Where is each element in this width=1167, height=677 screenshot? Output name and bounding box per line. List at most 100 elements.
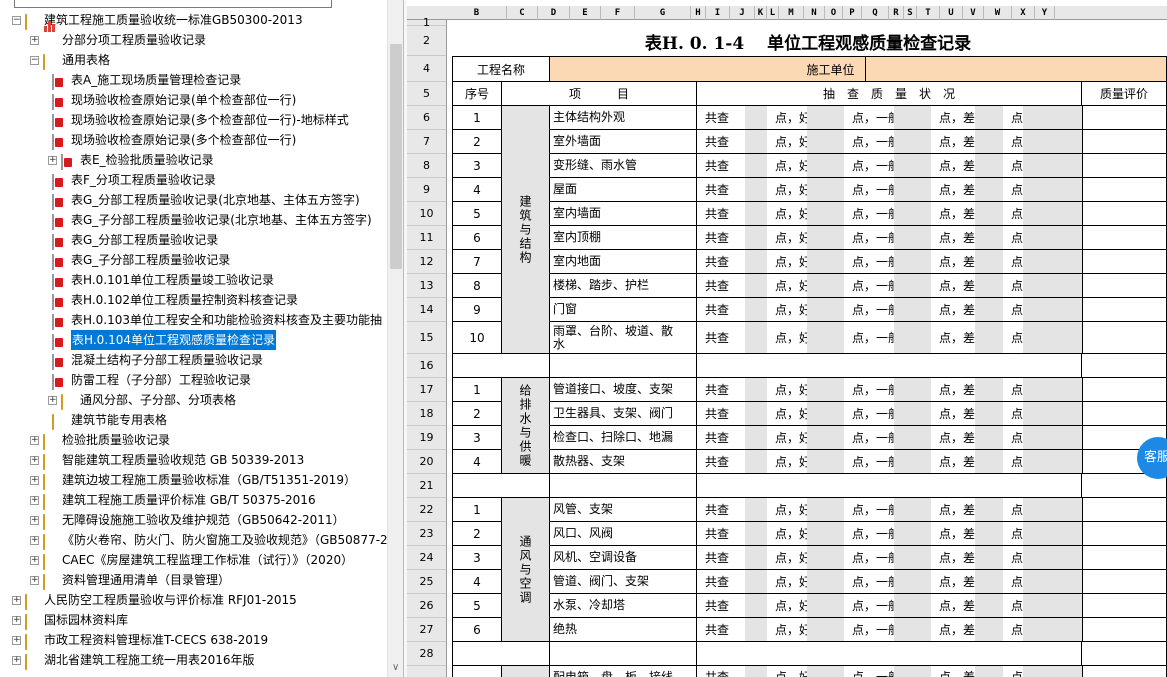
column-header[interactable]: M <box>779 6 804 20</box>
check-input[interactable] <box>975 106 1003 130</box>
expand-icon[interactable]: + <box>12 635 21 645</box>
rating-cell[interactable] <box>1082 106 1167 130</box>
tree-item[interactable]: + 表E_检验批质量验收记录 <box>48 150 214 170</box>
rating-cell[interactable] <box>1082 322 1167 354</box>
check-input[interactable] <box>807 402 844 426</box>
row-header[interactable]: 10 <box>407 202 447 226</box>
check-input[interactable] <box>745 274 767 298</box>
check-input[interactable] <box>894 274 931 298</box>
search-icon[interactable]: ⌕ <box>338 0 345 4</box>
check-input[interactable] <box>807 594 844 618</box>
expand-icon[interactable]: + <box>30 535 39 545</box>
check-input[interactable] <box>894 570 931 594</box>
check-input[interactable] <box>1023 402 1082 426</box>
check-input[interactable] <box>1023 498 1082 522</box>
row-header[interactable]: 20 <box>407 450 447 474</box>
column-header[interactable]: V <box>963 6 984 20</box>
check-input[interactable] <box>1023 202 1082 226</box>
check-input[interactable] <box>1023 298 1082 322</box>
column-header[interactable]: H <box>691 6 706 20</box>
check-input[interactable] <box>745 202 767 226</box>
rating-cell[interactable] <box>1082 202 1167 226</box>
column-header[interactable]: S <box>904 6 917 20</box>
column-header[interactable]: C <box>507 6 538 20</box>
tree-item[interactable]: + 国标园林资料库 <box>12 610 128 630</box>
check-input[interactable] <box>975 274 1003 298</box>
check-input[interactable] <box>975 130 1003 154</box>
check-input[interactable] <box>975 594 1003 618</box>
check-input[interactable] <box>894 178 931 202</box>
tree-item[interactable]: + 人民防空工程质量验收与评价标准 RFJ01-2015 <box>12 590 297 610</box>
row-header[interactable]: 6 <box>407 106 447 130</box>
check-input[interactable] <box>745 522 767 546</box>
row-header[interactable]: 9 <box>407 178 447 202</box>
rating-cell[interactable] <box>1082 498 1167 522</box>
tree-item[interactable]: + 建筑边坡工程施工质量验收标准（GB/T51351-2019） <box>30 470 356 490</box>
column-header[interactable]: D <box>538 6 570 20</box>
column-header[interactable]: B <box>447 6 507 20</box>
check-input[interactable] <box>975 378 1003 402</box>
expand-icon[interactable]: + <box>48 395 57 405</box>
check-input[interactable] <box>975 570 1003 594</box>
check-input[interactable] <box>745 546 767 570</box>
check-input[interactable] <box>807 378 844 402</box>
check-input[interactable] <box>807 226 844 250</box>
tree-search-input[interactable] <box>14 0 332 8</box>
tree-item[interactable]: − 建筑工程施工质量验收统一标准GB50300-2013 <box>12 10 303 30</box>
check-input[interactable] <box>894 106 931 130</box>
check-input[interactable] <box>745 378 767 402</box>
check-input[interactable] <box>1023 130 1082 154</box>
column-header[interactable]: I <box>706 6 730 20</box>
check-input[interactable] <box>1023 426 1082 450</box>
check-input[interactable] <box>745 402 767 426</box>
check-input[interactable] <box>807 298 844 322</box>
check-input[interactable] <box>894 378 931 402</box>
tree-item[interactable]: + 《防火卷帘、防火门、防火窗施工及验收规范》（GB50877-2 <box>30 530 388 550</box>
row-header[interactable]: 21 <box>407 474 447 498</box>
check-input[interactable] <box>894 546 931 570</box>
check-input[interactable] <box>1023 274 1082 298</box>
row-header[interactable]: 12 <box>407 250 447 274</box>
check-input[interactable] <box>807 522 844 546</box>
check-input[interactable] <box>807 202 844 226</box>
check-input[interactable] <box>975 298 1003 322</box>
expand-icon[interactable]: + <box>30 35 39 45</box>
row-header[interactable]: 18 <box>407 402 447 426</box>
tree-item[interactable]: 表G_分部工程质量验收记录 <box>52 230 218 250</box>
column-header[interactable]: Y <box>1035 6 1055 20</box>
expand-icon[interactable]: + <box>30 475 39 485</box>
column-header[interactable]: Q <box>862 6 889 20</box>
tree-item[interactable]: 表G_子分部工程质量验收记录(北京地基、主体五方签字) <box>52 210 372 230</box>
row-header[interactable]: 17 <box>407 378 447 402</box>
column-header[interactable]: O <box>825 6 843 20</box>
check-input[interactable] <box>1023 378 1082 402</box>
expand-icon[interactable]: + <box>30 515 39 525</box>
check-input[interactable] <box>894 522 931 546</box>
check-input[interactable] <box>894 202 931 226</box>
rating-cell[interactable] <box>1082 402 1167 426</box>
collapse-icon[interactable]: − <box>12 15 21 25</box>
check-input[interactable] <box>1023 322 1082 354</box>
check-input[interactable] <box>975 226 1003 250</box>
check-input[interactable] <box>807 154 844 178</box>
check-input[interactable] <box>975 402 1003 426</box>
row-header[interactable]: 7 <box>407 130 447 154</box>
row-header[interactable]: 16 <box>407 354 447 378</box>
tree-item[interactable]: + 智能建筑工程质量验收规范 GB 50339-2013 <box>30 450 304 470</box>
expand-icon[interactable]: + <box>30 555 39 565</box>
check-input[interactable] <box>894 618 931 642</box>
check-input[interactable] <box>807 106 844 130</box>
check-input[interactable] <box>1023 106 1082 130</box>
column-header[interactable]: P <box>843 6 862 20</box>
dropdown-icon[interactable]: ⌄ <box>376 0 386 3</box>
expand-icon[interactable]: + <box>30 455 39 465</box>
check-input[interactable] <box>1023 594 1082 618</box>
row-header[interactable]: 26 <box>407 594 447 618</box>
rating-cell[interactable] <box>1082 130 1167 154</box>
column-header[interactable]: E <box>570 6 601 20</box>
check-input[interactable] <box>894 322 931 354</box>
tree-item[interactable]: 表G_子分部工程质量验收记录 <box>52 250 230 270</box>
check-input[interactable] <box>1023 154 1082 178</box>
check-input[interactable] <box>894 450 931 474</box>
check-input[interactable] <box>1023 178 1082 202</box>
